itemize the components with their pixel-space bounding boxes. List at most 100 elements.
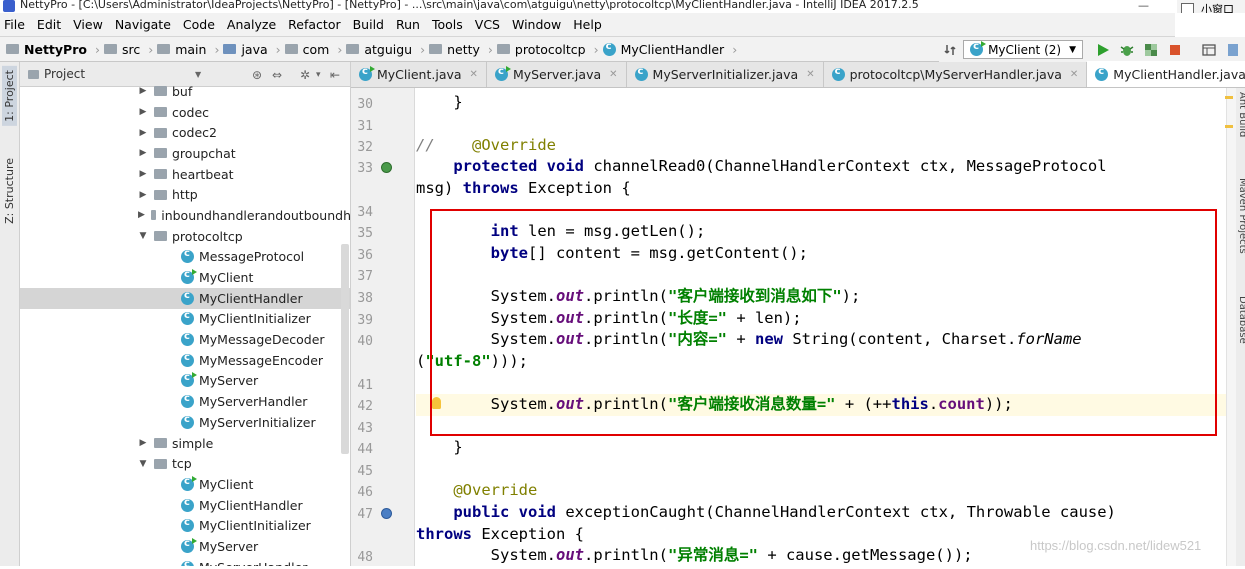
menu-edit[interactable]: Edit [37, 17, 61, 32]
project-panel-title[interactable]: Project [44, 67, 85, 81]
gear-icon[interactable]: ✲ [300, 68, 310, 82]
tree-folder-http[interactable]: ▶ http [20, 184, 350, 205]
tab-myclient[interactable]: MyClient.java✕ [351, 62, 487, 87]
menu-view[interactable]: View [73, 17, 103, 32]
tree-folder-protocoltcp[interactable]: ▼ protocoltcp [20, 226, 350, 247]
sync-icon[interactable]: ⊛ [252, 68, 262, 82]
chevron-down-icon[interactable]: ▼ [138, 459, 148, 469]
tree-folder-codec2[interactable]: ▶ codec2 [20, 122, 350, 143]
breadcrumb-com[interactable]: com [284, 42, 329, 57]
debug-icon[interactable] [1120, 43, 1134, 57]
breadcrumb-java[interactable]: java [223, 42, 268, 57]
menu-refactor[interactable]: Refactor [288, 17, 340, 32]
tree-item[interactable]: MyClientHandler [20, 287, 350, 309]
run-icon[interactable] [1096, 43, 1110, 57]
breadcrumb-class[interactable]: MyClientHandler [602, 41, 724, 57]
collapse-icon[interactable]: ⇔ [272, 68, 282, 82]
close-icon[interactable]: ✕ [470, 69, 478, 80]
chevron-down-icon[interactable]: ▼ [138, 231, 148, 241]
code-editor[interactable]: } // @Override protected void channelRea… [416, 88, 1226, 566]
project-structure-icon[interactable] [1202, 43, 1216, 57]
tree-item[interactable]: MyClient [20, 267, 350, 288]
sdk-icon[interactable] [1226, 43, 1240, 57]
tree-scrollbar[interactable] [341, 244, 349, 454]
tab-myserver[interactable]: MyServer.java✕ [487, 62, 627, 87]
window-controls[interactable]: — [1138, 0, 1155, 12]
tree-folder-simple[interactable]: ▶ simple [20, 433, 350, 454]
tree-folder-buf[interactable]: ▶ buf [20, 81, 350, 102]
menu-analyze[interactable]: Analyze [227, 17, 276, 32]
tree-item[interactable]: MessageProtocol [20, 247, 350, 268]
chevron-right-icon[interactable]: ▶ [138, 169, 148, 179]
breadcrumb-atguigu[interactable]: atguigu [346, 42, 412, 57]
tab-maven-projects[interactable]: Maven Projects [1237, 178, 1245, 254]
chevron-down-icon[interactable]: ▾ [316, 70, 321, 80]
menu-tools[interactable]: Tools [432, 17, 463, 32]
class-icon [181, 497, 194, 512]
lightbulb-icon[interactable] [432, 397, 441, 409]
breadcrumb-project[interactable]: NettyPro [6, 42, 87, 57]
warning-marker[interactable] [1225, 96, 1233, 99]
tab-structure-tool[interactable]: Z: Structure [2, 154, 17, 228]
tab-database[interactable]: Database [1237, 296, 1245, 344]
coverage-icon[interactable] [1144, 43, 1158, 57]
tree-folder-codec[interactable]: ▶ codec [20, 102, 350, 123]
tree-folder-groupchat[interactable]: ▶ groupchat [20, 143, 350, 164]
class-icon [634, 66, 648, 81]
tree-item[interactable]: MyServer [20, 371, 350, 392]
close-icon[interactable]: ✕ [1070, 69, 1078, 80]
tab-myserverhandler[interactable]: protocoltcp\MyServerHandler.java✕ [824, 62, 1088, 87]
stop-icon[interactable] [1168, 43, 1182, 57]
tree-item[interactable]: MyServerHandler [20, 391, 350, 412]
override-marker-icon[interactable] [381, 162, 392, 173]
chevron-right-icon[interactable]: ▶ [138, 86, 148, 96]
tab-myserverinitializer[interactable]: MyServerInitializer.java✕ [627, 62, 824, 87]
override-marker-icon[interactable] [381, 508, 392, 519]
tree-item-label: MyClient [199, 476, 254, 492]
package-icon [154, 148, 167, 159]
tree-item[interactable]: MyClient [20, 474, 350, 495]
breadcrumb-src[interactable]: src [103, 42, 140, 57]
hide-panel-icon[interactable]: ⇤ [330, 68, 340, 82]
close-icon[interactable]: ✕ [609, 69, 617, 80]
code-line: msg) throws Exception { [416, 179, 631, 197]
chevron-right-icon[interactable]: ▶ [138, 210, 145, 220]
tree-item[interactable]: MyServer [20, 536, 350, 557]
chevron-right-icon[interactable]: ▶ [138, 190, 148, 200]
menu-build[interactable]: Build [353, 17, 384, 32]
chevron-right-icon[interactable]: ▶ [138, 438, 148, 448]
tree-item[interactable]: MyMessageDecoder [20, 329, 350, 350]
tree-item[interactable]: MyMessageEncoder [20, 350, 350, 371]
tree-folder-inboundhandlerandoutboundh[interactable]: ▶ inboundhandlerandoutboundh [20, 205, 350, 226]
tab-project-tool[interactable]: 1: Project [2, 66, 17, 126]
tree-item[interactable]: MyServerHandler [20, 557, 350, 566]
tree-item[interactable]: MyServerInitializer [20, 412, 350, 433]
menu-file[interactable]: File [4, 17, 25, 32]
menu-vcs[interactable]: VCS [475, 17, 500, 32]
build-icon[interactable] [944, 43, 958, 57]
menu-window[interactable]: Window [512, 17, 561, 32]
menu-help[interactable]: Help [573, 17, 602, 32]
close-icon[interactable]: ✕ [806, 69, 814, 80]
tab-ant-build[interactable]: Ant Build [1237, 92, 1245, 137]
chevron-right-icon[interactable]: ▶ [138, 107, 148, 117]
tree-item[interactable]: MyClientInitializer [20, 515, 350, 536]
side-widget[interactable]: 小窗口 [1177, 0, 1245, 13]
run-config-select[interactable]: MyClient (2)▼ [963, 40, 1083, 59]
menu-navigate[interactable]: Navigate [115, 17, 171, 32]
chevron-down-icon[interactable]: ▼ [195, 70, 201, 79]
tree-item[interactable]: MyClientHandler [20, 495, 350, 516]
tree-folder-tcp[interactable]: ▼ tcp [20, 453, 350, 474]
editor-scrollbar[interactable] [1226, 88, 1236, 566]
chevron-right-icon[interactable]: ▶ [138, 148, 148, 158]
breadcrumb-netty[interactable]: netty [429, 42, 480, 57]
tree-item[interactable]: MyClientInitializer [20, 309, 350, 330]
tab-myclienthandler[interactable]: MyClientHandler.java✕ [1087, 61, 1245, 87]
warning-marker[interactable] [1225, 125, 1233, 128]
chevron-right-icon[interactable]: ▶ [138, 128, 148, 138]
menu-code[interactable]: Code [183, 17, 215, 32]
tree-folder-heartbeat[interactable]: ▶ heartbeat [20, 164, 350, 185]
menu-run[interactable]: Run [396, 17, 420, 32]
breadcrumb-protocoltcp[interactable]: protocoltcp [496, 42, 586, 57]
breadcrumb-main[interactable]: main [157, 42, 206, 57]
